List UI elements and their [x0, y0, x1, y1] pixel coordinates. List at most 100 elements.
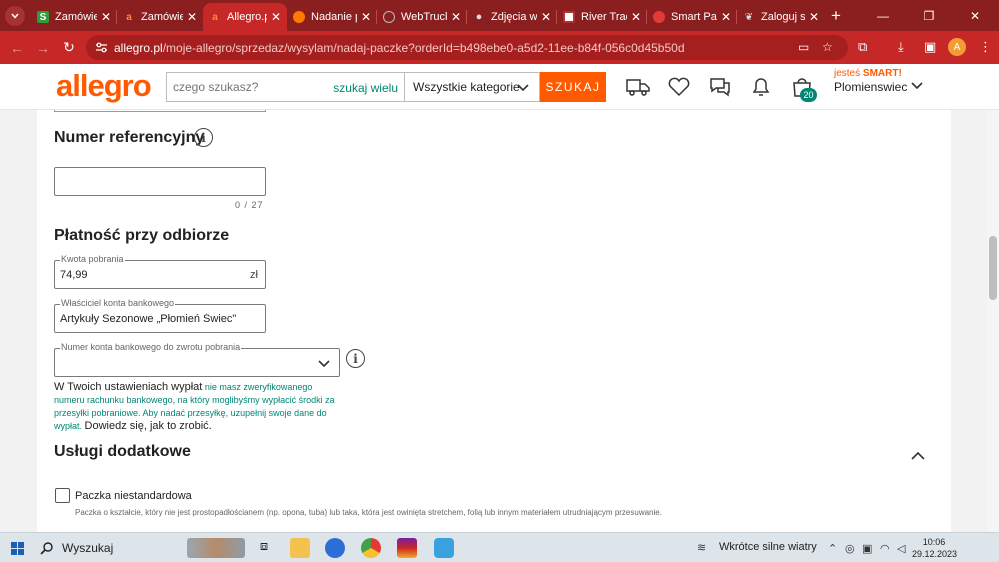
back-arrow-icon[interactable]: ←	[4, 40, 30, 56]
restore-icon[interactable]: ❐	[906, 0, 952, 31]
nonstandard-package-checkbox[interactable]	[55, 488, 70, 503]
chrome-icon[interactable]	[361, 538, 381, 558]
reference-number-title: Numer referencyjny	[54, 129, 205, 146]
browser-tab-5[interactable]: WebTruck ✕	[377, 3, 467, 31]
page-content: Numer referencyjny i 0 / 27 Płatność prz…	[0, 110, 999, 532]
chevron-down-icon[interactable]	[909, 77, 925, 93]
smart-badge-icon: !	[898, 68, 902, 79]
settings-gear-icon[interactable]	[434, 538, 454, 558]
heart-icon[interactable]	[666, 75, 692, 99]
tray-chevron-up-icon[interactable]: ⌃	[828, 542, 837, 555]
file-explorer-icon[interactable]	[290, 538, 310, 558]
browser-tab-8[interactable]: Smart Pac ✕	[647, 3, 737, 31]
chevron-down-icon	[517, 84, 529, 92]
address-bar[interactable]: allegro.pl /moje-allegro/sprzedaz/wysyla…	[86, 35, 848, 60]
site-settings-icon[interactable]	[94, 41, 108, 55]
scrollbar-thumb[interactable]	[989, 236, 997, 300]
truck-icon[interactable]	[625, 75, 651, 99]
extensions-icon[interactable]: ⧉	[858, 39, 867, 55]
windows-start-icon[interactable]	[11, 542, 24, 555]
sidebar-icon[interactable]: ▣	[924, 39, 936, 55]
notice-text: W Twoich ustawieniach wypłat	[54, 381, 203, 393]
close-icon[interactable]: ✕	[101, 10, 111, 24]
tab-label: Zamówie	[55, 11, 97, 23]
close-icon[interactable]: ✕	[721, 10, 731, 24]
info-icon[interactable]: i	[194, 128, 213, 147]
close-icon[interactable]: ✕	[631, 10, 641, 24]
tab-label: Zamówie	[141, 11, 183, 23]
messages-icon[interactable]	[707, 75, 733, 99]
new-tab-plus-icon[interactable]: +	[831, 6, 841, 26]
minimize-icon[interactable]: —	[860, 0, 906, 31]
bank-account-select[interactable]	[54, 348, 340, 377]
chevron-up-icon[interactable]	[909, 449, 927, 463]
bell-icon[interactable]	[748, 75, 774, 99]
volume-icon[interactable]: ◁	[897, 542, 905, 555]
search-button[interactable]: SZUKAJ	[540, 72, 606, 102]
green-square-icon: S	[37, 11, 49, 23]
close-window-icon[interactable]: ✕	[952, 0, 998, 31]
smart-prefix: jesteś	[834, 68, 861, 79]
taskbar-search-text: Wyszukaj	[62, 540, 114, 555]
tab-search-button[interactable]	[5, 5, 25, 26]
reference-number-input[interactable]	[54, 167, 266, 196]
news-widget-image[interactable]	[187, 538, 245, 558]
search-input[interactable]	[167, 80, 327, 94]
clock[interactable]: 10:06 29.12.2023	[912, 536, 957, 560]
browser-tab-strip: S Zamówie ✕ a Zamówie ✕ a Allegro.pl ✕ N…	[0, 0, 999, 31]
username[interactable]: Plomienswiec	[834, 80, 907, 94]
browser-tab-9[interactable]: ❦ Zaloguj si ✕	[737, 3, 825, 31]
close-icon[interactable]: ✕	[809, 10, 819, 24]
box-icon	[563, 11, 575, 23]
browser-tab-3-active[interactable]: a Allegro.pl ✕	[203, 3, 287, 31]
forward-arrow-icon[interactable]: →	[30, 40, 56, 56]
previous-field-stub	[54, 110, 266, 112]
cod-amount-value: 74,99	[60, 269, 88, 281]
wifi-icon[interactable]: ◠	[880, 542, 890, 555]
close-icon[interactable]: ✕	[451, 10, 461, 24]
close-icon[interactable]: ✕	[271, 10, 281, 24]
tab-label: Zdjęcia w	[491, 11, 537, 23]
browser-tab-4[interactable]: Nadanie p ✕	[287, 3, 377, 31]
task-view-icon[interactable]: ⧈	[254, 538, 274, 558]
apple-icon: ●	[475, 11, 483, 23]
tray-app-icon[interactable]: ◎	[845, 542, 855, 555]
close-icon[interactable]: ✕	[187, 10, 197, 24]
cast-icon[interactable]: ▭	[798, 40, 809, 54]
search-box: szukaj wielu	[166, 72, 405, 102]
camera-icon[interactable]: ▣	[862, 542, 872, 555]
leaf-icon: ❦	[744, 11, 754, 23]
cod-amount-label: Kwota pobrania	[60, 254, 125, 264]
profile-avatar[interactable]: A	[948, 38, 966, 56]
page-scrollbar[interactable]	[987, 110, 999, 532]
account-owner-value: Artykuły Sezonowe „Płomień Świec" S	[60, 313, 238, 325]
url-path: /moje-allegro/sprzedaz/wysylam/nadaj-pac…	[162, 40, 685, 55]
reference-char-counter: 0 / 27	[235, 200, 264, 210]
chevron-down-icon	[318, 360, 330, 368]
allegro-logo[interactable]: allegro	[56, 68, 152, 104]
browser-tab-1[interactable]: S Zamówie ✕	[31, 3, 117, 31]
download-icon[interactable]: ⤓	[898, 39, 904, 55]
learn-how-link[interactable]: Dowiedz się, jak to zrobić.	[85, 420, 212, 432]
search-icon	[40, 541, 53, 555]
browser-tab-2[interactable]: a Zamówie ✕	[117, 3, 203, 31]
close-icon[interactable]: ✕	[541, 10, 551, 24]
allegro-header: allegro szukaj wielu Wszystkie kategorie…	[0, 64, 999, 110]
info-icon[interactable]: i	[346, 349, 365, 368]
reload-icon[interactable]: ↻	[56, 39, 82, 56]
weather-text[interactable]: Wkrótce silne wiatry	[719, 541, 817, 553]
browser-tab-6[interactable]: ● Zdjęcia w ✕	[467, 3, 557, 31]
smart-brand: SMART	[862, 68, 899, 79]
category-select[interactable]: Wszystkie kategorie	[405, 72, 540, 102]
tab-label: Smart Pac	[671, 11, 717, 23]
nonstandard-package-description: Paczka o kształcie, który nie jest prost…	[75, 508, 662, 517]
nonstandard-package-label[interactable]: Paczka niestandardowa	[75, 490, 192, 502]
browser-tab-7[interactable]: River Trad ✕	[557, 3, 647, 31]
bookmark-star-icon[interactable]: ☆	[822, 40, 833, 54]
close-icon[interactable]: ✕	[361, 10, 371, 24]
winrar-icon[interactable]	[397, 538, 417, 558]
search-many-link[interactable]: szukaj wielu	[333, 81, 398, 95]
category-value: Wszystkie kategorie	[413, 80, 520, 94]
menu-dots-icon[interactable]: ⋮	[979, 39, 992, 55]
edge-browser-icon[interactable]	[325, 538, 345, 558]
